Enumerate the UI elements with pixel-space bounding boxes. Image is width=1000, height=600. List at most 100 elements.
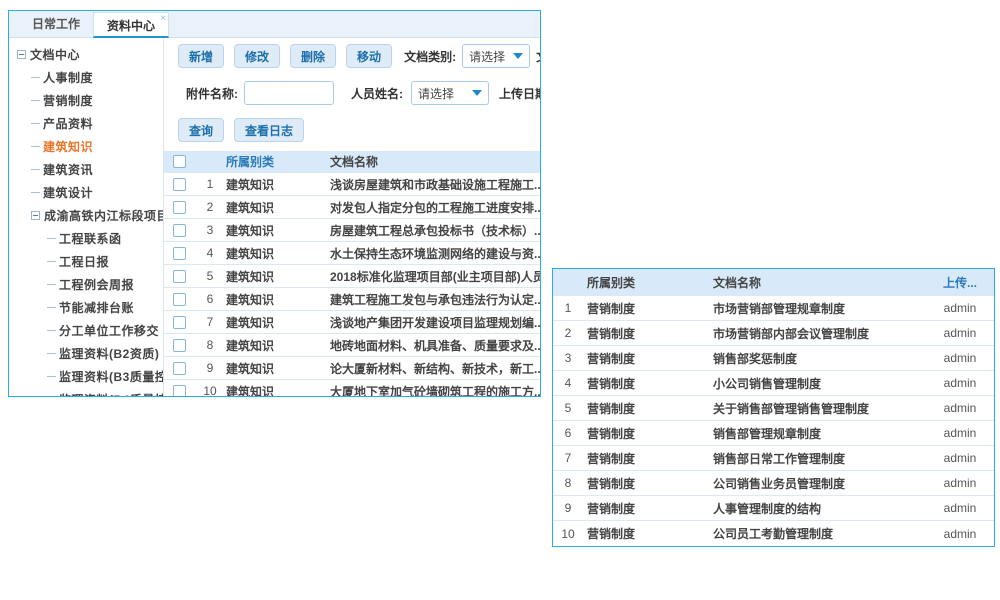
query-button[interactable]: 查询 bbox=[178, 118, 224, 142]
tree-item-label: 分工单位工作移交 bbox=[59, 322, 159, 339]
results-table-body: 1 营销制度 市场营销部管理规章制度 admin 2 营销制度 市场营销部内部会… bbox=[553, 296, 994, 546]
edit-button[interactable]: 修改 bbox=[234, 44, 280, 68]
tree-item[interactable]: 工程联系函 bbox=[9, 227, 163, 250]
tree-item[interactable]: 文档中心 bbox=[9, 43, 163, 66]
close-tab-icon[interactable]: × bbox=[160, 14, 166, 24]
table-row[interactable]: 2 营销制度 市场营销部内部会议管理制度 admin bbox=[553, 321, 994, 346]
category-cell: 建筑知识 bbox=[226, 245, 330, 262]
row-number: 2 bbox=[553, 326, 583, 340]
filter-toolbar: 附件名称: 人员姓名: 请选择 上传日期: bbox=[186, 81, 540, 105]
window-body: 文档中心 人事制度 营销制度 产品资料 建筑知识 建筑资讯 建筑设计 成渝高铁内… bbox=[9, 38, 540, 396]
tree-item[interactable]: 监理资料(B4质量控制) bbox=[9, 388, 163, 396]
chevron-down-icon bbox=[472, 90, 482, 96]
row-number: 10 bbox=[194, 384, 226, 396]
row-checkbox[interactable] bbox=[173, 270, 186, 283]
row-checkbox[interactable] bbox=[173, 201, 186, 214]
attachment-input[interactable] bbox=[244, 81, 334, 105]
table-row[interactable]: 3 建筑知识 房屋建筑工程总承包投标书（技术标）... bbox=[164, 219, 540, 242]
tree-connector bbox=[47, 261, 56, 262]
category-cell: 营销制度 bbox=[583, 450, 713, 467]
tree-item-label: 建筑资讯 bbox=[43, 161, 93, 178]
row-checkbox[interactable] bbox=[173, 339, 186, 352]
add-button[interactable]: 新增 bbox=[178, 44, 224, 68]
tab-daily-work[interactable]: 日常工作 bbox=[19, 11, 93, 37]
row-number: 1 bbox=[194, 177, 226, 191]
tree-item[interactable]: 成渝高铁内江标段项目 bbox=[9, 204, 163, 227]
table-row[interactable]: 10 营销制度 公司员工考勤管理制度 admin bbox=[553, 521, 994, 546]
uploader-cell: admin bbox=[926, 496, 994, 520]
uploader-cell: admin bbox=[926, 371, 994, 395]
category-column-header: 所属别类 bbox=[583, 274, 713, 291]
collapse-icon[interactable] bbox=[31, 211, 40, 220]
person-select[interactable]: 请选择 bbox=[411, 81, 489, 105]
table-row[interactable]: 7 建筑知识 浅谈地产集团开发建设项目监理规划编... bbox=[164, 311, 540, 334]
row-checkbox[interactable] bbox=[173, 362, 186, 375]
doc-name-label: 文档名称: bbox=[536, 48, 540, 65]
row-checkbox[interactable] bbox=[173, 247, 186, 260]
tree-item-label: 监理资料(B4质量控制) bbox=[59, 391, 164, 396]
tree-item[interactable]: 产品资料 bbox=[9, 112, 163, 135]
row-number: 7 bbox=[194, 315, 226, 329]
row-number: 9 bbox=[553, 501, 583, 515]
view-log-button[interactable]: 查看日志 bbox=[234, 118, 304, 142]
table-row[interactable]: 6 营销制度 销售部管理规章制度 admin bbox=[553, 421, 994, 446]
uploader-column-header: 上传... bbox=[926, 269, 994, 295]
tree-item[interactable]: 工程例会周报 bbox=[9, 273, 163, 296]
tree-item[interactable]: 监理资料(B2资质) bbox=[9, 342, 163, 365]
tab-daily-work-label: 日常工作 bbox=[32, 17, 80, 31]
category-cell: 建筑知识 bbox=[226, 314, 330, 331]
tree-item-label: 工程日报 bbox=[59, 253, 109, 270]
upload-date-label: 上传日期: bbox=[499, 85, 540, 102]
table-row[interactable]: 4 营销制度 小公司销售管理制度 admin bbox=[553, 371, 994, 396]
table-row[interactable]: 6 建筑知识 建筑工程施工发包与承包违法行为认定... bbox=[164, 288, 540, 311]
tree-item[interactable]: 节能减排台账 bbox=[9, 296, 163, 319]
row-checkbox[interactable] bbox=[173, 178, 186, 191]
document-table: 所属别类 文档名称 1 建筑知识 浅谈房屋建筑和市政基础设施工程施工... 2 … bbox=[164, 151, 540, 396]
select-all-checkbox[interactable] bbox=[173, 155, 186, 168]
table-row[interactable]: 7 营销制度 销售部日常工作管理制度 admin bbox=[553, 446, 994, 471]
category-cell: 营销制度 bbox=[583, 500, 713, 517]
tree-item[interactable]: 营销制度 bbox=[9, 89, 163, 112]
table-row[interactable]: 2 建筑知识 对发包人指定分包的工程施工进度安排... bbox=[164, 196, 540, 219]
row-checkbox[interactable] bbox=[173, 293, 186, 306]
table-row[interactable]: 1 营销制度 市场营销部管理规章制度 admin bbox=[553, 296, 994, 321]
category-cell: 建筑知识 bbox=[226, 268, 330, 285]
row-checkbox[interactable] bbox=[173, 316, 186, 329]
tab-data-center[interactable]: 资料中心 × bbox=[93, 12, 169, 38]
row-number: 10 bbox=[553, 527, 583, 541]
tree-item[interactable]: 工程日报 bbox=[9, 250, 163, 273]
table-row[interactable]: 5 营销制度 关于销售部管理销售管理制度 admin bbox=[553, 396, 994, 421]
row-number: 2 bbox=[194, 200, 226, 214]
tree-connector bbox=[31, 123, 40, 124]
table-row[interactable]: 5 建筑知识 2018标准化监理项目部(业主项目部)人员... bbox=[164, 265, 540, 288]
tree-item[interactable]: 人事制度 bbox=[9, 66, 163, 89]
table-row[interactable]: 1 建筑知识 浅谈房屋建筑和市政基础设施工程施工... bbox=[164, 173, 540, 196]
tree-item[interactable]: 分工单位工作移交 bbox=[9, 319, 163, 342]
move-button[interactable]: 移动 bbox=[346, 44, 392, 68]
doc-name-cell: 市场营销部内部会议管理制度 bbox=[713, 325, 926, 342]
table-row[interactable]: 8 建筑知识 地砖地面材料、机具准备、质量要求及... bbox=[164, 334, 540, 357]
tree-item[interactable]: 建筑知识 bbox=[9, 135, 163, 158]
row-checkbox[interactable] bbox=[173, 385, 186, 397]
tree-item[interactable]: 建筑设计 bbox=[9, 181, 163, 204]
tree-connector bbox=[47, 238, 56, 239]
table-row[interactable]: 10 建筑知识 大厦地下室加气砼墙砌筑工程的施工方... bbox=[164, 380, 540, 396]
row-checkbox[interactable] bbox=[173, 224, 186, 237]
table-row[interactable]: 3 营销制度 销售部奖惩制度 admin bbox=[553, 346, 994, 371]
table-row[interactable]: 9 建筑知识 论大厦新材料、新结构、新技术，新工... bbox=[164, 357, 540, 380]
delete-button[interactable]: 删除 bbox=[290, 44, 336, 68]
table-row[interactable]: 8 营销制度 公司销售业务员管理制度 admin bbox=[553, 471, 994, 496]
table-row[interactable]: 4 建筑知识 水土保持生态环境监测网络的建设与资... bbox=[164, 242, 540, 265]
document-center-window: 日常工作 资料中心 × 文档中心 人事制度 营销制度 产品资料 建筑知识 bbox=[8, 10, 541, 397]
doc-name-cell: 销售部日常工作管理制度 bbox=[713, 450, 926, 467]
doc-name-cell: 公司销售业务员管理制度 bbox=[713, 475, 926, 492]
collapse-icon[interactable] bbox=[17, 50, 26, 59]
doc-category-select[interactable]: 请选择 bbox=[462, 44, 530, 68]
tree-item[interactable]: 监理资料(B3质量控制) bbox=[9, 365, 163, 388]
desktop: 日常工作 资料中心 × 文档中心 人事制度 营销制度 产品资料 建筑知识 bbox=[0, 0, 1000, 600]
tree-item-label: 监理资料(B3质量控制) bbox=[59, 368, 164, 385]
table-row[interactable]: 9 营销制度 人事管理制度的结构 admin bbox=[553, 496, 994, 521]
query-toolbar: 查询 查看日志 bbox=[178, 118, 540, 142]
tree-item[interactable]: 建筑资讯 bbox=[9, 158, 163, 181]
tree-connector bbox=[31, 146, 40, 147]
